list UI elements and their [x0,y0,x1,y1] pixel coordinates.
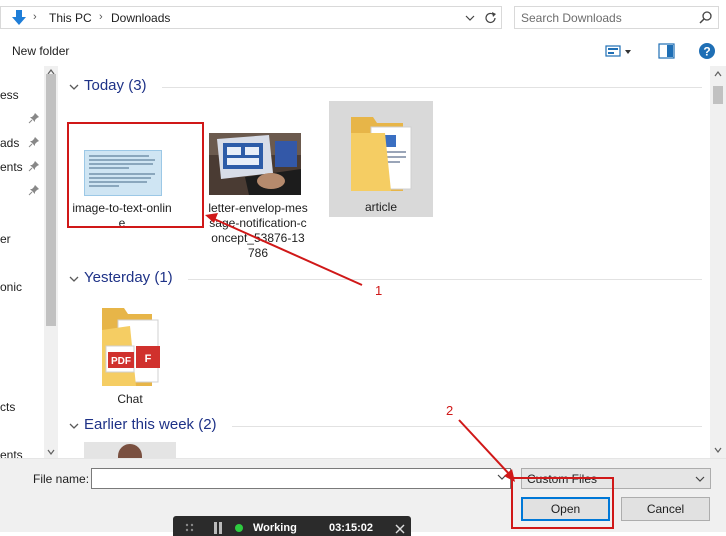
file-tile-chat[interactable]: F PDF Chat [78,296,182,408]
search-box[interactable] [514,6,719,29]
group-title: Today (3) [84,77,147,94]
view-options-icon[interactable] [604,42,634,60]
chevron-down-icon [695,476,705,482]
breadcrumb-downloads[interactable]: Downloads [111,11,170,25]
pin-icon[interactable] [28,112,40,124]
file-list: Today (3) image-to-text-online letter-en… [58,66,710,458]
document-thumbnail-icon [84,150,162,196]
nav-pane-scrollbar[interactable] [44,66,58,458]
nav-item-electronic[interactable]: onic [0,280,22,294]
address-bar[interactable]: › This PC › Downloads [0,6,502,29]
help-icon[interactable]: ? [697,41,717,61]
annotation-label-2: 2 [446,403,454,418]
close-icon[interactable] [395,524,405,534]
preview-pane-icon[interactable] [657,42,677,60]
search-input[interactable] [521,10,691,25]
scroll-up-arrow-icon[interactable] [714,70,722,78]
group-title: Yesterday (1) [84,269,173,286]
chevron-down-icon[interactable] [68,420,80,432]
scroll-down-arrow-icon[interactable] [714,446,722,454]
breadcrumb-separator: › [33,11,37,23]
nav-item-documents[interactable]: ents [0,160,23,174]
group-header-earlier-this-week[interactable]: Earlier this week (2) [66,415,706,437]
pause-icon[interactable] [213,522,223,534]
breadcrumb-this-pc[interactable]: This PC [49,11,92,25]
person-photo-icon [118,444,142,458]
group-divider [162,87,702,88]
group-divider [232,426,702,427]
pin-icon[interactable] [28,160,40,172]
drag-handle-icon[interactable] [185,523,195,535]
group-title: Earlier this week (2) [84,416,217,433]
file-name: Chat [117,392,143,406]
file-name-label: File name: [33,472,90,486]
new-folder-button[interactable]: New folder [6,42,75,60]
open-button[interactable]: Open [521,497,610,521]
svg-text:?: ? [703,45,710,59]
nav-item-objects[interactable]: cts [0,400,15,414]
download-arrow-icon [12,10,26,25]
screen-recorder-toolbar: Working 03:15:02 [173,516,411,536]
pin-icon[interactable] [28,136,40,148]
pdf-folder-icon: F PDF [102,308,160,386]
breadcrumb-separator: › [99,11,103,23]
file-name: letter-envelop-message-notification-conc… [208,201,308,260]
refresh-icon[interactable] [482,10,500,26]
file-name: article [364,200,397,214]
recording-status: Working [253,522,297,534]
file-type-select[interactable]: Custom Files [521,468,711,489]
nav-item-downloads[interactable]: ads [0,136,19,150]
annotation-label-1: 1 [375,283,383,298]
file-tile-image-to-text-online[interactable]: image-to-text-online [70,122,174,230]
svg-text:F: F [145,353,152,365]
file-name-input[interactable] [91,468,511,489]
chevron-down-icon[interactable] [461,10,479,26]
file-list-scrollbar[interactable] [710,66,726,458]
svg-text:PDF: PDF [111,356,131,367]
search-icon[interactable] [698,10,714,26]
partial-thumbnail[interactable] [84,442,176,458]
group-divider [188,279,702,280]
address-bar-row: › This PC › Downloads [0,0,726,36]
pin-icon[interactable] [28,184,40,196]
command-bar: New folder ? [0,36,726,66]
nav-pane-scroll-thumb[interactable] [46,74,56,326]
file-list-scroll-thumb[interactable] [713,86,723,104]
nav-item-documents-2[interactable]: ents [0,448,23,458]
file-tile-article[interactable]: article [329,101,433,217]
chevron-down-icon[interactable] [496,471,508,483]
scroll-down-arrow-icon[interactable] [47,448,55,456]
recording-timer: 03:15:02 [329,522,374,534]
folder-icon [351,117,412,191]
file-name: image-to-text-online [72,201,172,230]
nav-item-quick-access[interactable]: ess [0,88,19,102]
chevron-down-icon[interactable] [68,81,80,93]
file-type-value: Custom Files [527,472,598,486]
nav-item-folder[interactable]: er [0,232,11,246]
group-header-yesterday[interactable]: Yesterday (1) [66,268,706,290]
file-tile-letter-envelop[interactable]: letter-envelop-message-notification-conc… [206,122,310,262]
photo-thumbnail-icon [209,133,301,195]
cancel-button[interactable]: Cancel [621,497,710,521]
chevron-down-icon[interactable] [68,273,80,285]
navigation-pane: ess ads ents er onic cts ents [0,66,44,458]
group-header-today[interactable]: Today (3) [66,76,706,98]
